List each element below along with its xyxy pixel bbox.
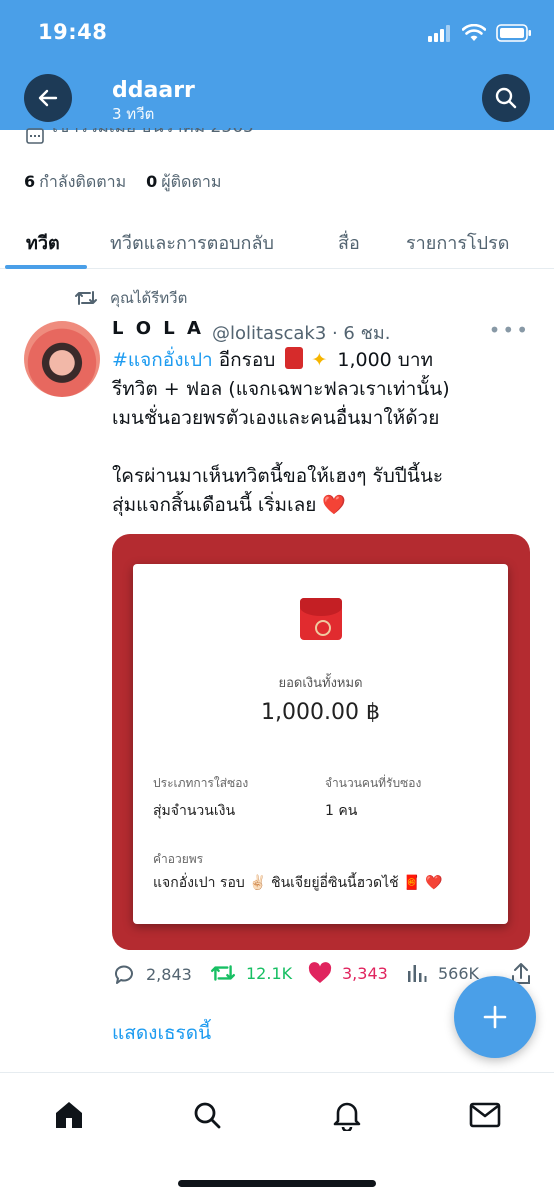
total-amount-label: ยอดเงินทั้งหมด — [278, 676, 363, 691]
tweet-text-part: สุ่มแจกสิ้นเดือนนี้ เริ่มเลย — [112, 494, 317, 516]
retweet-icon — [210, 965, 236, 981]
more-options-icon[interactable]: ••• — [489, 318, 530, 342]
status-time: 19:48 — [38, 20, 108, 44]
retweet-icon — [75, 291, 97, 305]
nav-home[interactable] — [52, 1098, 86, 1132]
header-tweet-count: 3 ทวีต — [112, 105, 155, 123]
views-icon — [408, 965, 427, 982]
tweet-header: L O L A @lolitascak3 · 6 ชม. — [112, 318, 390, 347]
tweet-line-1: #แจกอั่งเปา อีกรอบ ✦ 1,000 บาท — [112, 346, 532, 375]
arrow-left-icon — [38, 89, 58, 107]
app-screen: 19:48 ddaarr 3 ทวีต 6 กำลังติดตาม 0 ผู้ต… — [0, 0, 554, 1200]
following-label: กำลังติดตาม — [39, 172, 127, 191]
retweet-count: 12.1K — [246, 963, 293, 983]
like-button[interactable]: 3,343 — [308, 962, 388, 984]
active-tab-indicator — [5, 265, 87, 269]
tab-tweets-replies[interactable]: ทวีตและการตอบกลับ — [110, 215, 274, 269]
tweet-media-image[interactable]: ยอดเงินทั้งหมด 1,000.00 ฿ ประเภทการใส่ซอ… — [112, 534, 530, 950]
profile-tabs: ทวีต ทวีตและการตอบกลับ สื่อ รายการโปรด — [0, 215, 554, 269]
tweet-text-part: อีกรอบ — [218, 349, 276, 371]
retweet-button[interactable]: 12.1K — [210, 962, 292, 984]
retweet-context: คุณได้รีทวีต — [74, 286, 187, 310]
tab-likes[interactable]: รายการโปรด — [406, 215, 509, 269]
retweet-context-text: คุณได้รีทวีต — [110, 289, 188, 307]
followers-label: ผู้ติดตาม — [161, 172, 222, 191]
plus-icon — [483, 1005, 507, 1029]
search-icon — [495, 87, 517, 109]
tweet-line-5: สุ่มแจกสิ้นเดือนนี้ เริ่มเลย ❤️ — [112, 491, 532, 520]
followers-link[interactable]: 0 ผู้ติดตาม — [146, 170, 221, 195]
envelope-type-value: สุ่มจำนวนเงิน — [153, 803, 236, 819]
header-title: ddaarr — [112, 78, 195, 103]
views-count: 566K — [438, 963, 480, 983]
heart-emoji-icon: ❤️ — [322, 494, 347, 516]
status-icons — [428, 22, 532, 44]
tweet-text: #แจกอั่งเปา อีกรอบ ✦ 1,000 บาท รีทวิต + … — [112, 346, 532, 520]
hashtag-link[interactable]: #แจกอั่งเปา — [112, 349, 213, 371]
nav-notifications[interactable] — [330, 1098, 364, 1132]
back-button[interactable] — [24, 74, 72, 122]
nav-explore[interactable] — [190, 1098, 224, 1132]
show-thread-link[interactable]: แสดงเธรดนี้ — [112, 1018, 211, 1048]
author-handle-time[interactable]: @lolitascak3 · 6 ชม. — [212, 318, 390, 347]
views-button[interactable]: 566K — [406, 962, 479, 984]
search-icon — [194, 1102, 221, 1129]
following-link[interactable]: 6 กำลังติดตาม — [24, 170, 126, 195]
signal-icon — [428, 25, 450, 42]
following-count: 6 — [24, 172, 36, 191]
mail-icon — [469, 1102, 501, 1128]
red-envelope-emoji-icon — [285, 347, 304, 369]
bottom-navigation — [0, 1078, 554, 1150]
tweet-line-4: ใครผ่านมาเห็นทวิตนี้ขอให้เฮงๆ รับปีนี้นะ — [112, 465, 444, 487]
bottom-divider — [0, 1072, 554, 1073]
follow-stats: 6 กำลังติดตาม 0 ผู้ติดตาม — [24, 170, 221, 195]
nav-messages[interactable] — [468, 1098, 502, 1132]
reply-count: 2,843 — [146, 964, 192, 984]
wish-label: คำอวยพร — [153, 852, 204, 866]
join-date: เข้าร่วมเมื่อ ธันวาคม 2565 — [26, 128, 254, 144]
followers-count: 0 — [146, 172, 158, 191]
bell-icon — [333, 1102, 361, 1131]
total-amount-value: 1,000.00 ฿ — [261, 700, 380, 725]
star-emoji-icon: ✦ — [311, 349, 328, 371]
author-name[interactable]: L O L A — [112, 318, 204, 347]
home-icon — [56, 1102, 82, 1128]
tweet-text-part: 1,000 บาท — [337, 349, 434, 371]
red-envelope-icon — [300, 598, 342, 640]
recipients-label: จำนวนคนที่รับซอง — [325, 776, 422, 790]
compose-button[interactable] — [454, 976, 536, 1058]
like-count: 3,343 — [342, 963, 388, 983]
recipients-value: 1 คน — [325, 803, 358, 819]
tab-tweets[interactable]: ทวีต — [26, 215, 60, 269]
red-envelope-card: ยอดเงินทั้งหมด 1,000.00 ฿ ประเภทการใส่ซอ… — [133, 564, 508, 924]
reply-button[interactable]: 2,843 — [112, 962, 192, 986]
wish-value: แจกอั่งเปา รอบ ✌🏻 ชินเจียยู่อี่ซินนี้ฮวด… — [153, 875, 443, 891]
search-button[interactable] — [482, 74, 530, 122]
avatar[interactable] — [24, 321, 100, 397]
tweet-line-3: เมนชั่นอวยพรตัวเองและคนอื่นมาให้ด้วย — [112, 407, 440, 429]
battery-icon — [496, 24, 531, 42]
join-date-text: เข้าร่วมเมื่อ ธันวาคม 2565 — [52, 128, 254, 140]
reply-icon — [114, 965, 133, 984]
calendar-icon — [26, 128, 44, 144]
heart-icon — [308, 962, 332, 983]
tab-media[interactable]: สื่อ — [338, 215, 360, 269]
wifi-icon — [462, 24, 486, 41]
top-header: 19:48 ddaarr 3 ทวีต — [0, 0, 554, 130]
envelope-type-label: ประเภทการใส่ซอง — [153, 776, 249, 790]
tweet-line-2: รีทวิต + ฟอล (แจกเฉพาะฟลวเราเท่านั้น) — [112, 378, 450, 400]
home-indicator — [178, 1180, 376, 1187]
